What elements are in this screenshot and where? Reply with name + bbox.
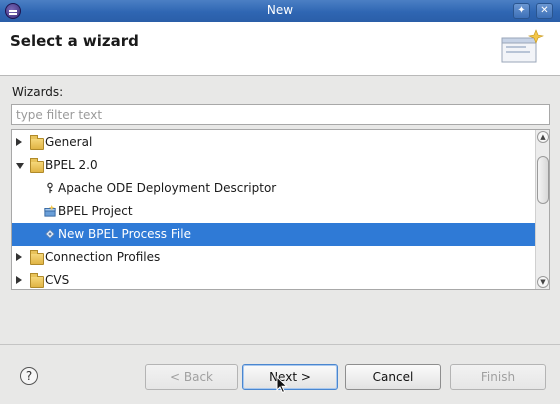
wizard-tree[interactable]: General BPEL 2.0 Apache ODE Deployment Des…	[11, 129, 550, 290]
collapsed-arrow-icon[interactable]	[16, 253, 22, 261]
folder-icon	[30, 273, 44, 288]
back-button[interactable]: < Back	[145, 364, 238, 390]
expanded-arrow-icon[interactable]	[16, 163, 24, 169]
tree-item-label: New BPEL Process File	[58, 227, 191, 241]
footer-divider	[0, 344, 560, 345]
tree-item[interactable]: CVS	[12, 269, 536, 289]
tree-item[interactable]: Connection Profiles	[12, 246, 536, 269]
filter-input[interactable]	[11, 104, 550, 125]
tree-item-label: BPEL 2.0	[45, 158, 98, 172]
scrollbar-thumb[interactable]	[537, 156, 549, 204]
tree-item-label: BPEL Project	[58, 204, 133, 218]
folder-icon	[30, 158, 44, 173]
maximize-icon[interactable]: ✦	[513, 3, 530, 19]
tree-item-label: Connection Profiles	[45, 250, 161, 264]
window-title: New	[266, 3, 294, 17]
tree-item[interactable]: BPEL Project	[12, 200, 536, 223]
title-bar: New ✦ ✕	[0, 0, 560, 22]
project-icon	[44, 205, 56, 217]
scroll-up-icon[interactable]: ▲	[537, 131, 549, 143]
tree-item[interactable]: New BPEL Process File	[12, 223, 536, 246]
close-icon[interactable]: ✕	[536, 3, 553, 19]
cancel-button[interactable]: Cancel	[345, 364, 441, 390]
next-button[interactable]: Next >	[242, 364, 338, 390]
page-title: Select a wizard	[10, 32, 139, 50]
help-button[interactable]: ?	[20, 367, 38, 385]
finish-button[interactable]: Finish	[450, 364, 546, 390]
wizard-header: Select a wizard	[0, 22, 560, 76]
scroll-down-icon[interactable]: ▼	[537, 276, 549, 288]
tree-item[interactable]: BPEL 2.0	[12, 154, 536, 177]
bpel-file-icon	[45, 229, 55, 239]
tree-item[interactable]: Apache ODE Deployment Descriptor	[12, 177, 536, 200]
wizard-banner-icon	[501, 29, 544, 63]
tree-item-label: General	[45, 135, 93, 149]
vertical-scrollbar[interactable]: ▲ ▼	[535, 130, 549, 289]
collapsed-arrow-icon[interactable]	[16, 138, 22, 146]
mouse-pointer-icon	[276, 376, 288, 394]
wizards-label: Wizards:	[12, 85, 64, 99]
collapsed-arrow-icon[interactable]	[16, 276, 22, 284]
tree-item-label: CVS	[45, 273, 70, 287]
folder-icon	[30, 250, 44, 265]
deployment-descriptor-icon	[47, 182, 53, 194]
folder-icon	[30, 135, 44, 150]
tree-item-label: Apache ODE Deployment Descriptor	[58, 181, 277, 195]
tree-item[interactable]: General	[12, 131, 536, 154]
